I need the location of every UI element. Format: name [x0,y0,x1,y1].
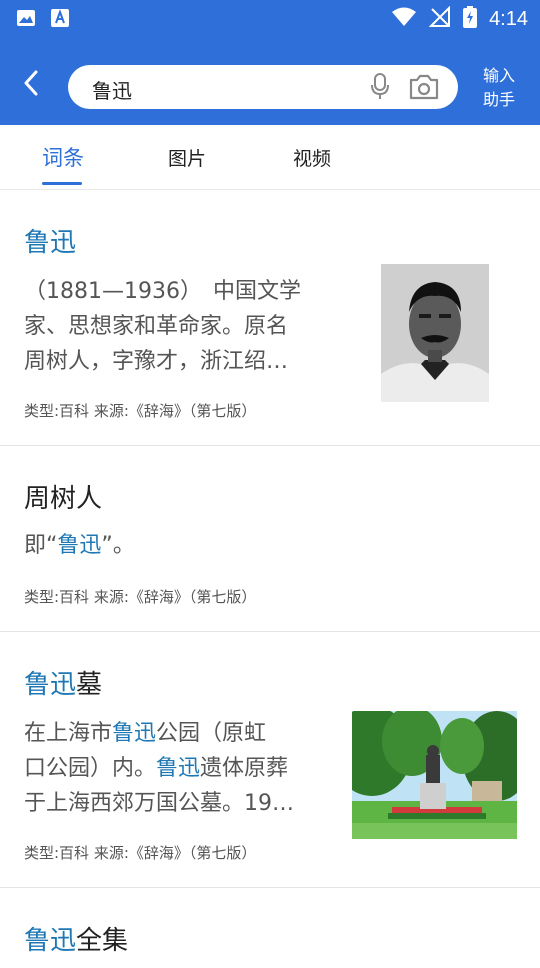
desc-highlight: 鲁迅 [57,533,102,558]
portrait-thumbnail [381,264,489,402]
tab-entries[interactable]: 词条 [24,125,102,189]
tab-videos[interactable]: 视频 [273,125,351,189]
input-assistant-button[interactable]: 输入 助手 [474,64,524,112]
entry-title: 鲁迅全集 [24,920,128,957]
entry-description: （1881—1936） 中国文学 家、思想家和革命家。原名 周树人，字豫才，浙江… [24,274,301,379]
desc-line: 家、思想家和革命家。原名 [24,314,289,339]
active-tab-indicator [42,182,82,185]
desc-line: （1881—1936） 中国文学 [24,279,301,304]
entry-description: 即“鲁迅”。 [24,528,135,563]
desc-text: 公园（原虹 [156,721,267,746]
desc-text: ”。 [101,533,135,558]
desc-line: 周树人，字豫才，浙江绍… [24,349,289,374]
list-item[interactable]: 鲁迅墓 在上海市鲁迅公园（原虹 口公园）内。鲁迅遗体原葬 于上海西郊万国公墓。1… [0,632,540,888]
entry-title: 周树人 [24,484,103,514]
search-header: 鲁迅 输入 助手 [0,36,540,125]
entry-meta: 类型:百科 来源:《辞海》（第七版） [24,402,257,420]
tomb-photo-thumbnail [332,706,532,839]
microphone-icon[interactable] [366,73,394,101]
no-signal-icon [428,5,451,32]
title-highlight: 鲁迅 [24,670,77,700]
status-bar: 4:14 [0,0,540,36]
list-item[interactable]: 周树人 即“鲁迅”。 类型:百科 来源:《辞海》（第七版） [0,446,540,632]
text-app-notification-icon [50,8,70,28]
assist-label-line1: 输入 [482,66,515,85]
desc-text: 口公园）内。 [24,756,157,781]
list-item[interactable]: 鲁迅 （1881—1936） 中国文学 家、思想家和革命家。原名 周树人，字豫才… [0,190,540,446]
desc-highlight: 鲁迅 [112,721,157,746]
list-item[interactable]: 鲁迅全集 [0,888,540,968]
entry-title: 鲁迅 [24,222,76,259]
wifi-icon [391,7,417,31]
assist-label-line2: 助手 [482,90,515,109]
chevron-left-icon [24,70,38,96]
result-tabs: 词条 图片 视频 [0,125,540,190]
desc-text: 遗体原葬 [200,756,289,781]
back-button[interactable] [16,68,46,98]
title-highlight: 鲁迅 [24,228,77,258]
title-rest: 全集 [76,926,129,956]
entry-meta: 类型:百科 来源:《辞海》（第七版） [24,588,257,606]
desc-line: 于上海西郊万国公墓。19… [24,791,294,816]
image-notification-icon [16,8,36,28]
desc-text: 在上海市 [24,721,113,746]
desc-text: 即“ [24,533,58,558]
camera-icon[interactable] [408,72,440,102]
clock-time: 4:14 [489,7,528,30]
search-input[interactable]: 鲁迅 [68,65,458,109]
entry-description: 在上海市鲁迅公园（原虹 口公园）内。鲁迅遗体原葬 于上海西郊万国公墓。19… [24,716,294,821]
entry-meta: 类型:百科 来源:《辞海》（第七版） [24,844,257,862]
search-query-text: 鲁迅 [92,79,132,103]
entry-title: 鲁迅墓 [24,664,102,701]
desc-line: 口公园）内。鲁迅遗体原葬 [24,751,294,786]
title-rest: 墓 [76,670,103,700]
desc-highlight: 鲁迅 [156,756,201,781]
title-highlight: 鲁迅 [24,926,77,956]
tab-images[interactable]: 图片 [148,125,226,189]
desc-line: 在上海市鲁迅公园（原虹 [24,716,294,751]
battery-charging-icon [463,6,478,32]
